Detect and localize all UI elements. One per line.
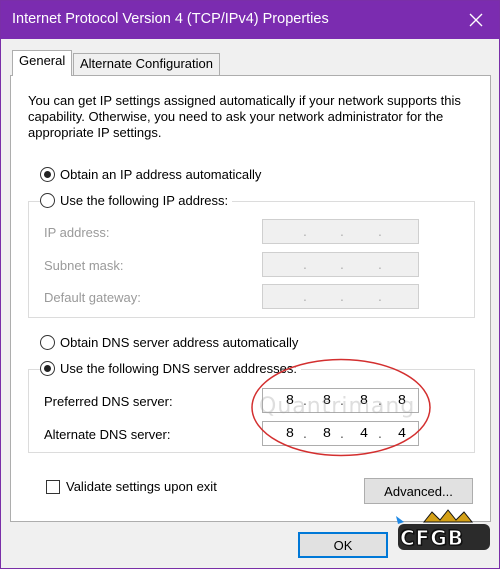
radio-label: Obtain an IP address automatically [60, 167, 262, 182]
tab-general[interactable]: General [12, 50, 73, 76]
validate-settings-checkbox[interactable]: Validate settings upon exit [46, 479, 217, 494]
radio-label: Use the following DNS server addresses: [60, 361, 297, 376]
alternate-dns-label: Alternate DNS server: [44, 427, 171, 442]
octet: 4 [397, 426, 407, 442]
preferred-dns-label: Preferred DNS server: [44, 394, 173, 409]
alternate-dns-field[interactable]: 8 . 8 . 4 . 4 [262, 421, 419, 446]
octet-separator: . [340, 288, 344, 304]
radio-obtain-ip-auto[interactable]: Obtain an IP address automatically [40, 167, 261, 182]
radio-selected-dot [44, 365, 51, 372]
radio-button[interactable] [40, 361, 55, 376]
radio-label: Use the following IP address: [60, 193, 229, 208]
cfgb-logo-icon: CFGB [394, 508, 494, 566]
default-gateway-label: Default gateway: [44, 290, 141, 305]
octet-separator: . [378, 288, 382, 304]
octet: 4 [359, 426, 369, 442]
general-panel: You can get IP settings assigned automat… [10, 75, 491, 522]
close-icon [469, 13, 483, 27]
watermark-text: Quantrimang [259, 394, 416, 419]
octet-separator: . [378, 223, 382, 239]
subnet-mask-field[interactable]: . . . [262, 252, 419, 277]
advanced-button[interactable]: Advanced... [364, 478, 473, 504]
octet-separator: . [340, 223, 344, 239]
intro-text: You can get IP settings assigned automat… [28, 93, 461, 140]
radio-use-following-ip[interactable]: Use the following IP address: [40, 193, 233, 208]
radio-use-following-dns[interactable]: Use the following DNS server addresses: [40, 361, 301, 376]
octet-separator: . [303, 425, 307, 441]
logo-brand: CFGB [400, 526, 464, 551]
radio-button[interactable] [40, 193, 55, 208]
octet-separator: . [303, 256, 307, 272]
octet-separator: . [340, 425, 344, 441]
octet-separator: . [303, 223, 307, 239]
title-bar: Internet Protocol Version 4 (TCP/IPv4) P… [1, 1, 499, 39]
radio-button[interactable] [40, 335, 55, 350]
window-title: Internet Protocol Version 4 (TCP/IPv4) P… [12, 11, 329, 27]
octet-separator: . [303, 288, 307, 304]
octet-separator: . [378, 425, 382, 441]
ok-button[interactable]: OK [298, 532, 388, 558]
radio-button[interactable] [40, 167, 55, 182]
octet-separator: . [378, 256, 382, 272]
tab-alternate-configuration[interactable]: Alternate Configuration [73, 53, 220, 75]
default-gateway-field[interactable]: . . . [262, 284, 419, 309]
octet-separator: . [340, 256, 344, 272]
checkbox-label: Validate settings upon exit [66, 479, 217, 494]
close-button[interactable] [463, 7, 489, 33]
radio-selected-dot [44, 171, 51, 178]
checkbox-box[interactable] [46, 479, 60, 494]
ip-address-label: IP address: [44, 225, 110, 240]
octet: 8 [285, 426, 295, 442]
radio-label: Obtain DNS server address automatically [60, 335, 299, 350]
ip-address-field[interactable]: . . . [262, 219, 419, 244]
octet: 8 [322, 426, 332, 442]
properties-dialog: Internet Protocol Version 4 (TCP/IPv4) P… [0, 0, 500, 569]
radio-obtain-dns-auto[interactable]: Obtain DNS server address automatically [40, 335, 298, 350]
subnet-mask-label: Subnet mask: [44, 258, 124, 273]
